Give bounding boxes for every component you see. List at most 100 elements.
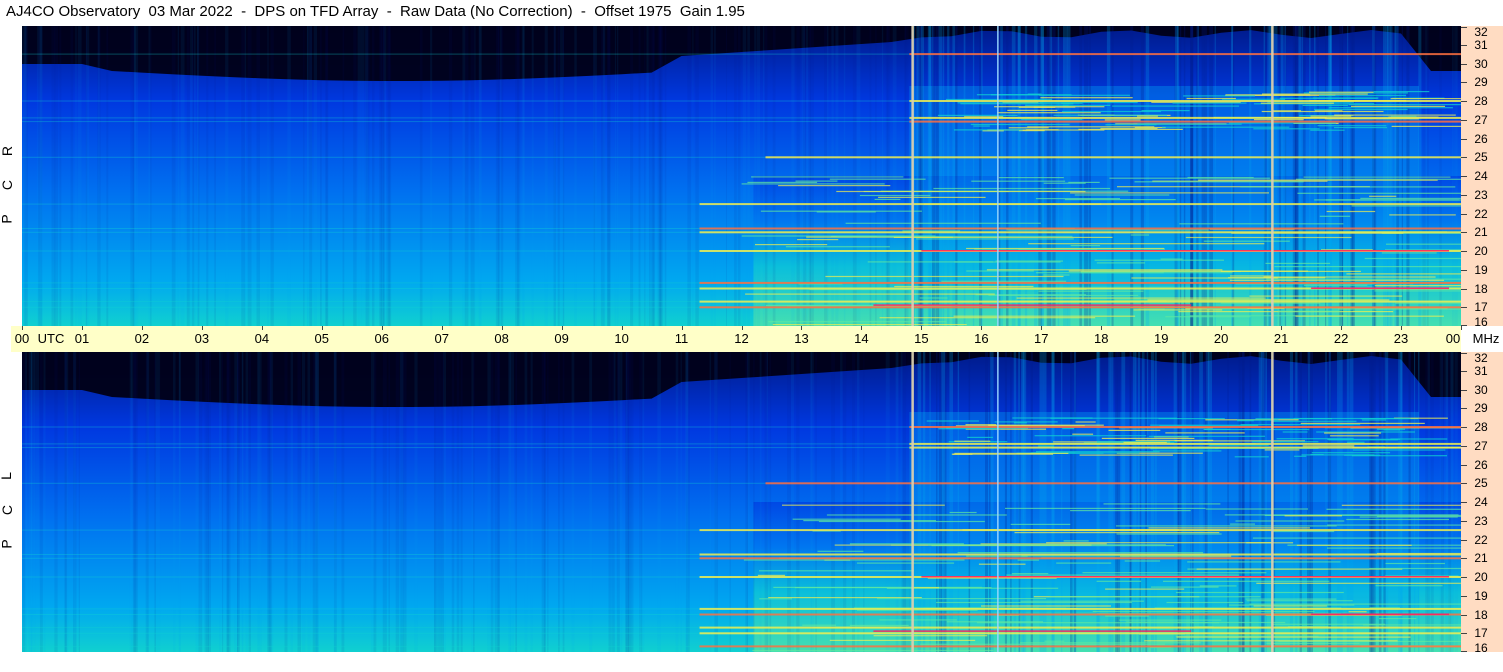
frequency-tick-mark	[1461, 502, 1467, 503]
texture-streak	[729, 352, 731, 652]
rfi-dash	[1074, 194, 1170, 196]
texture-streak	[1242, 352, 1245, 652]
texture-streak	[1196, 26, 1199, 326]
texture-streak	[757, 26, 761, 326]
time-tick-mark	[921, 326, 923, 330]
texture-streak	[1390, 26, 1393, 326]
texture-streak	[297, 352, 301, 652]
texture-streak	[1201, 26, 1205, 326]
rfi-dash	[1303, 284, 1368, 286]
texture-streak	[1302, 26, 1306, 326]
texture-streak	[154, 352, 156, 652]
rfi-dash	[1234, 456, 1269, 458]
texture-streak	[307, 26, 309, 326]
texture-streak	[1307, 352, 1311, 652]
time-tick-mark	[1341, 326, 1343, 330]
texture-streak	[885, 352, 890, 652]
rfi-dash	[1327, 524, 1461, 526]
rfi-dash	[1351, 105, 1445, 107]
time-tick-label: 12	[734, 331, 749, 346]
texture-streak	[815, 352, 817, 652]
frequency-tick-label: 27	[1474, 438, 1488, 453]
texture-streak	[1299, 352, 1302, 652]
texture-streak	[388, 26, 392, 326]
time-tick-label: 09	[554, 331, 569, 346]
texture-streak	[1137, 352, 1140, 652]
texture-streak	[695, 26, 699, 326]
texture-streak	[22, 352, 26, 652]
bright-frequency-line	[699, 300, 1461, 303]
texture-streak	[219, 352, 222, 652]
rfi-dash	[1014, 532, 1220, 534]
rfi-dash	[1324, 432, 1382, 434]
rfi-dash	[1266, 642, 1360, 644]
texture-streak	[1422, 26, 1426, 326]
texture-streak	[222, 352, 224, 652]
rfi-dash	[743, 559, 965, 561]
frequency-tick-label: 23	[1474, 187, 1488, 202]
rfi-dash	[1262, 93, 1368, 95]
rfi-dash	[1314, 199, 1460, 201]
texture-streak	[1289, 352, 1293, 652]
texture-streak	[365, 26, 370, 326]
texture-streak	[302, 352, 306, 652]
rfi-dash	[965, 424, 996, 426]
texture-streak	[710, 26, 714, 326]
rfi-dash	[1109, 177, 1270, 179]
frequency-tick-mark	[1461, 44, 1467, 46]
texture-streak	[530, 352, 533, 652]
bright-frequency-line	[699, 203, 1461, 206]
rfi-dash	[1373, 91, 1430, 93]
time-tick-label: 13	[794, 331, 809, 346]
rfi-dash	[1198, 179, 1438, 181]
texture-streak	[941, 352, 946, 652]
texture-streak	[1110, 352, 1114, 652]
rfi-dash	[1266, 278, 1461, 280]
faint-frequency-line	[22, 203, 700, 205]
texture-streak	[856, 26, 861, 326]
texture-streak	[1328, 26, 1332, 326]
time-tick-label: 05	[314, 331, 330, 346]
rfi-dash	[1235, 520, 1345, 522]
frequency-tick-label: 20	[1474, 244, 1488, 258]
texture-streak	[186, 26, 190, 326]
texture-streak	[316, 352, 319, 652]
texture-streak	[361, 26, 365, 326]
texture-streak	[43, 352, 46, 652]
rfi-dash	[1131, 277, 1278, 279]
texture-streak	[1116, 352, 1121, 652]
rfi-dash	[1346, 518, 1449, 521]
rfi-dash	[803, 520, 936, 522]
texture-streak	[159, 352, 161, 652]
rfi-dash	[937, 114, 1018, 116]
rfi-dash	[1006, 574, 1240, 576]
rfi-dash	[1338, 308, 1461, 310]
rfi-dash	[1062, 104, 1111, 106]
rfi-dash	[1020, 642, 1201, 644]
texture-streak	[448, 26, 453, 326]
texture-streak	[1073, 352, 1077, 652]
rfi-dash	[1351, 205, 1461, 207]
rfi-dash	[994, 421, 1058, 423]
rfi-dash	[1240, 424, 1361, 426]
frequency-tick-label: 18	[1474, 607, 1488, 622]
rfi-dash	[1005, 507, 1206, 509]
rfi-dash	[1253, 128, 1320, 130]
frequency-tick-mark	[1461, 353, 1467, 354]
rfi-dash	[778, 185, 891, 187]
time-tick-mark	[1221, 326, 1223, 330]
frequency-tick-label: 31	[1474, 37, 1488, 52]
texture-streak	[1043, 352, 1047, 652]
rfi-dash	[1256, 582, 1461, 584]
frequency-tick-label: 19	[1474, 588, 1488, 603]
rfi-dash	[1391, 125, 1461, 127]
texture-streak	[1298, 26, 1302, 326]
frequency-tick-mark	[1461, 520, 1467, 522]
bright-frequency-line	[765, 482, 1461, 485]
frequency-tick-mark	[1461, 27, 1467, 28]
rfi-dash	[1007, 109, 1058, 111]
rfi-dash	[1204, 428, 1310, 431]
rfi-dash	[1245, 598, 1337, 600]
rfi-dash	[760, 210, 922, 212]
rfi-dash	[1070, 510, 1191, 512]
